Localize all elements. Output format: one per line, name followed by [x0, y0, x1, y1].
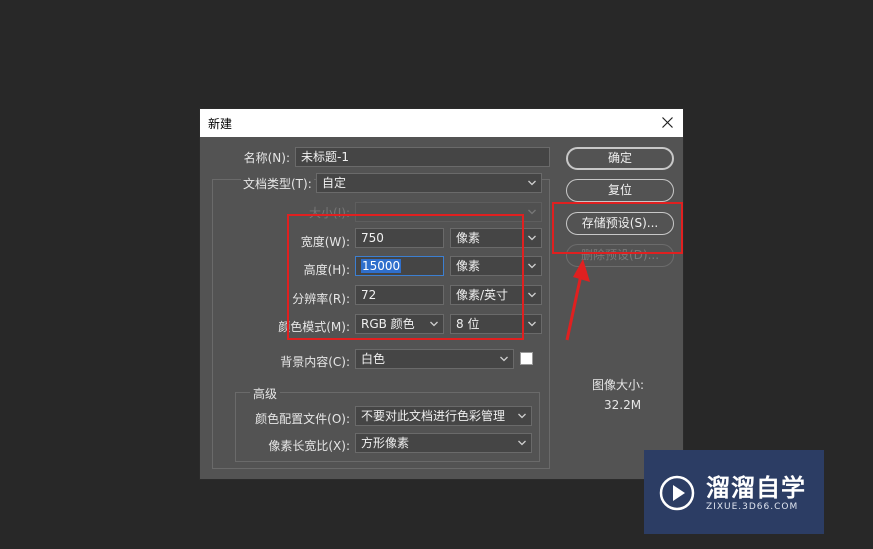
- annotation-box-save-preset: [552, 202, 683, 254]
- name-label: 名称(N):: [243, 151, 290, 165]
- annotation-box-dimensions: [287, 214, 524, 340]
- play-logo-icon: [659, 475, 695, 511]
- watermark: 溜溜自学 ZIXUE.3D66.COM: [644, 450, 824, 534]
- chevron-down-icon: [528, 321, 536, 327]
- annotation-arrow-icon: [565, 259, 590, 341]
- chevron-down-icon: [518, 440, 526, 446]
- chevron-down-icon: [518, 413, 526, 419]
- color-profile-select[interactable]: 不要对此文档进行色彩管理: [355, 406, 532, 426]
- pixel-aspect-label: 像素长宽比(X):: [268, 439, 350, 453]
- pixel-aspect-select[interactable]: 方形像素: [355, 433, 532, 453]
- background-select[interactable]: 白色: [355, 349, 514, 369]
- chevron-down-icon: [528, 235, 536, 241]
- image-size-value: 32.2M: [604, 398, 642, 412]
- advanced-label: 高级: [250, 385, 281, 402]
- pixel-aspect-value: 方形像素: [361, 436, 410, 450]
- chevron-down-icon: [528, 180, 536, 186]
- close-button[interactable]: [653, 109, 683, 137]
- doc-type-value: 自定: [322, 176, 347, 190]
- close-icon: [662, 117, 673, 128]
- background-value: 白色: [361, 352, 386, 366]
- color-profile-label: 颜色配置文件(O):: [255, 412, 350, 426]
- chevron-down-icon: [528, 209, 536, 215]
- name-input[interactable]: 未标题-1: [295, 147, 550, 167]
- doc-type-select[interactable]: 自定: [316, 173, 542, 193]
- dialog-titlebar: 新建: [200, 109, 683, 137]
- ok-button[interactable]: 确定: [566, 147, 674, 170]
- background-label: 背景内容(C):: [280, 355, 350, 369]
- doc-type-label: 文档类型(T):: [241, 175, 314, 192]
- dialog-title: 新建: [208, 117, 233, 131]
- color-profile-value: 不要对此文档进行色彩管理: [361, 409, 506, 423]
- image-size-label: 图像大小:: [592, 378, 645, 392]
- chevron-down-icon: [528, 263, 536, 269]
- watermark-name: 溜溜自学: [706, 474, 806, 502]
- chevron-down-icon: [528, 292, 536, 298]
- chevron-down-icon: [500, 356, 508, 362]
- reset-button[interactable]: 复位: [566, 179, 674, 202]
- background-color-swatch[interactable]: [520, 352, 533, 365]
- watermark-url: ZIXUE.3D66.COM: [706, 502, 799, 512]
